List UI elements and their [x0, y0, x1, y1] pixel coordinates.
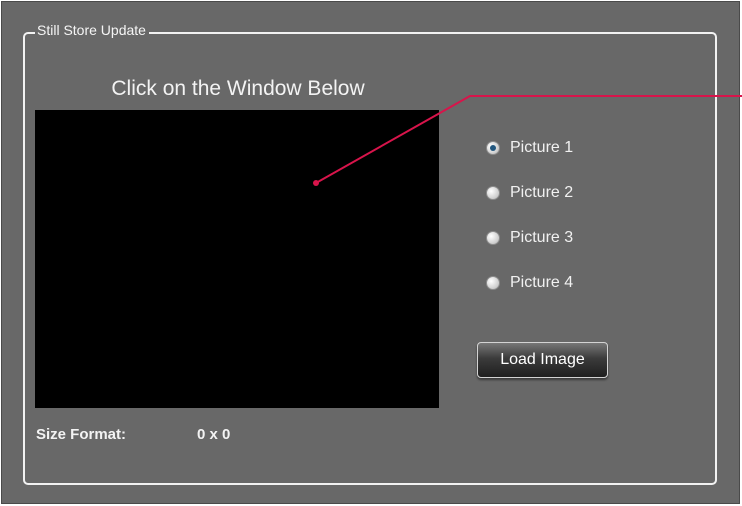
- picture-radio-group: Picture 1 Picture 2 Picture 3 Picture 4: [486, 137, 573, 317]
- preview-instruction: Click on the Window Below: [111, 77, 365, 100]
- picture-1-label: Picture 1: [510, 139, 574, 156]
- load-image-button[interactable]: Load Image: [477, 342, 608, 378]
- picture-2-radio-button[interactable]: [486, 186, 500, 200]
- picture-2-radio-option[interactable]: Picture 2: [486, 182, 573, 227]
- image-preview-window[interactable]: [35, 110, 439, 408]
- size-format-value: 0 x 0: [197, 426, 231, 443]
- picture-3-label: Picture 3: [510, 229, 574, 246]
- picture-4-label: Picture 4: [510, 274, 574, 291]
- picture-1-radio-button[interactable]: [486, 141, 500, 155]
- picture-2-label: Picture 2: [510, 184, 574, 201]
- size-format-label: Size Format:: [36, 426, 127, 443]
- groupbox-title: Still Store Update: [35, 21, 149, 39]
- picture-3-radio-button[interactable]: [486, 231, 500, 245]
- picture-3-radio-option[interactable]: Picture 3: [486, 227, 573, 272]
- picture-4-radio-option[interactable]: Picture 4: [486, 272, 573, 317]
- picture-4-radio-button[interactable]: [486, 276, 500, 290]
- picture-1-radio-option[interactable]: Picture 1: [486, 137, 573, 182]
